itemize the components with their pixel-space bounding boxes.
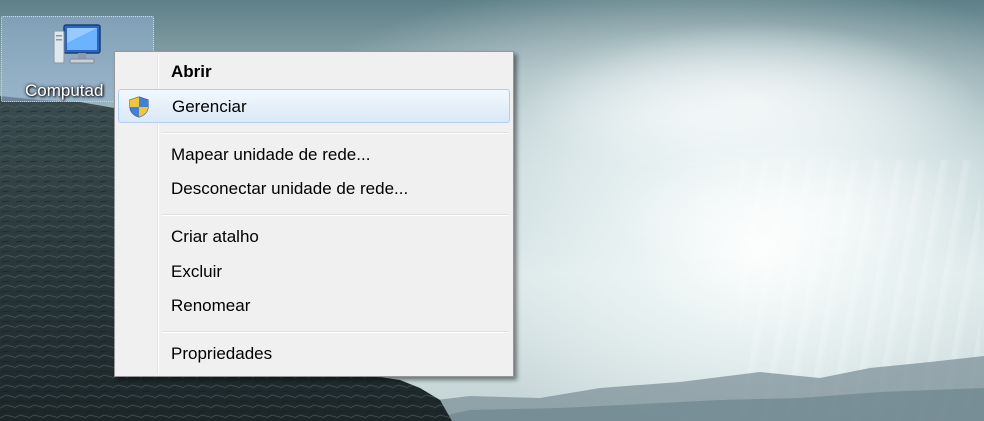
menu-item-label: Criar atalho (171, 227, 259, 246)
menu-item-desconectar-unidade[interactable]: Desconectar unidade de rede... (118, 172, 510, 206)
menu-item-label: Abrir (171, 62, 212, 81)
menu-item-propriedades[interactable]: Propriedades (118, 337, 510, 371)
menu-item-abrir[interactable]: Abrir (118, 55, 510, 89)
menu-item-mapear-unidade[interactable]: Mapear unidade de rede... (118, 138, 510, 172)
menu-separator (162, 214, 508, 216)
menu-item-label: Gerenciar (172, 97, 247, 116)
menu-item-label: Propriedades (171, 344, 273, 363)
menu-separator (162, 331, 508, 333)
context-menu: Abrir Gerenciar Mapear unidade de rede..… (114, 51, 514, 377)
menu-item-label: Desconectar unidade de rede... (171, 179, 409, 198)
computer-icon (50, 21, 106, 76)
menu-item-label: Mapear unidade de rede... (171, 145, 371, 164)
uac-shield-icon (128, 96, 150, 118)
menu-item-renomear[interactable]: Renomear (118, 289, 510, 323)
menu-item-label: Renomear (171, 296, 251, 315)
menu-item-gerenciar[interactable]: Gerenciar (118, 89, 510, 123)
desktop-icon-label: Computad (25, 81, 104, 100)
menu-item-label: Excluir (171, 262, 223, 281)
menu-separator (162, 132, 508, 134)
menu-item-excluir[interactable]: Excluir (118, 255, 510, 289)
menu-item-criar-atalho[interactable]: Criar atalho (118, 220, 510, 254)
